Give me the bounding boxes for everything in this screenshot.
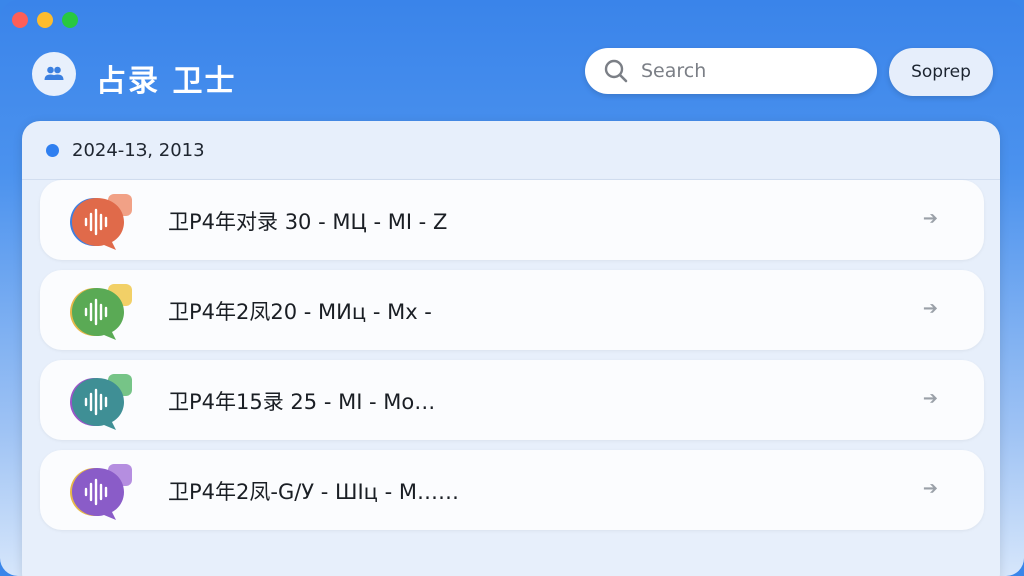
minimize-window-button[interactable] bbox=[37, 12, 53, 28]
list-item[interactable]: 卫P4年2凤20 - МИц - Mх - ➔ bbox=[40, 270, 984, 350]
voice-message-icon bbox=[68, 190, 138, 252]
app-header: 占录 卫士 Soprep bbox=[32, 48, 994, 99]
date-group-header: 2024-1З, 2013 bbox=[22, 121, 1000, 180]
zoom-window-button[interactable] bbox=[62, 12, 78, 28]
list-item-label: 卫P4年2凤-G/У - ШІц - M…… bbox=[168, 480, 460, 504]
list-item[interactable]: 卫P4年15录 25 - МІ - Mo… ➔ bbox=[40, 360, 984, 440]
app-window: 占录 卫士 Soprep 2024-1З, 2013 卫P4年对录 30 - М… bbox=[0, 0, 1024, 576]
voice-message-icon bbox=[68, 370, 138, 432]
voice-message-icon bbox=[68, 280, 138, 342]
list-item-label: 卫P4年2凤20 - МИц - Mх - bbox=[168, 300, 432, 324]
close-window-button[interactable] bbox=[12, 12, 28, 28]
search-input[interactable] bbox=[639, 59, 863, 83]
list-item-label: 卫P4年对录 30 - МЦ - MІ - Z bbox=[168, 210, 448, 234]
search-bar[interactable] bbox=[585, 48, 877, 94]
arrow-right-icon: ➔ bbox=[922, 388, 938, 409]
group-date: 2024-1З, 2013 bbox=[72, 139, 205, 161]
conversation-panel: 2024-1З, 2013 卫P4年对录 30 - МЦ - MІ - Z ➔ … bbox=[22, 121, 1000, 576]
arrow-right-icon: ➔ bbox=[922, 478, 938, 499]
action-button[interactable]: Soprep bbox=[889, 48, 993, 96]
list-item[interactable]: 卫P4年2凤-G/У - ШІц - M…… ➔ bbox=[40, 450, 984, 530]
voice-message-icon bbox=[68, 460, 138, 522]
page-title: 占录 卫士 bbox=[96, 64, 237, 99]
arrow-right-icon: ➔ bbox=[922, 208, 938, 229]
list-item[interactable]: 卫P4年对录 30 - МЦ - MІ - Z ➔ bbox=[40, 180, 984, 260]
arrow-right-icon: ➔ bbox=[922, 298, 938, 319]
list-item-label: 卫P4年15录 25 - МІ - Mo… bbox=[168, 390, 436, 414]
status-dot bbox=[46, 143, 59, 157]
search-icon bbox=[604, 59, 628, 83]
users-icon bbox=[32, 52, 76, 96]
window-controls bbox=[12, 12, 78, 28]
